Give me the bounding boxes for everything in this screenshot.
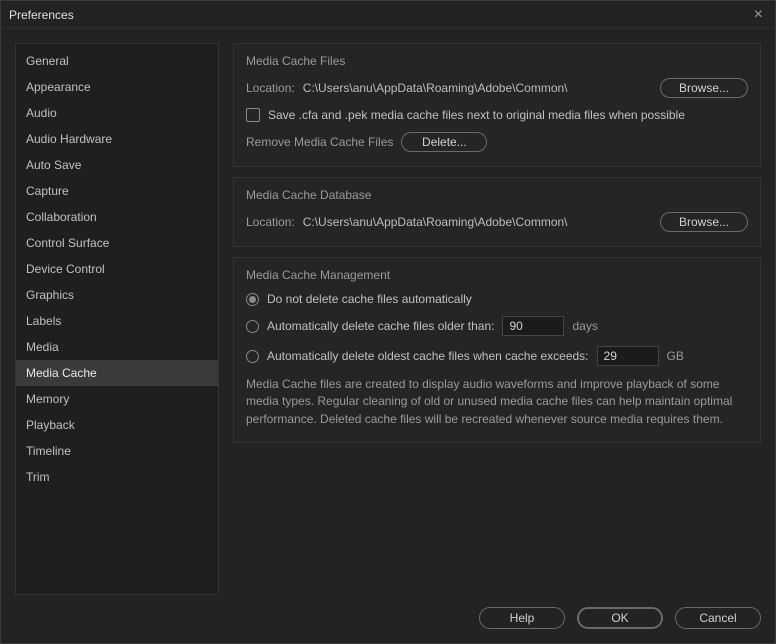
window-title: Preferences xyxy=(9,8,74,22)
location-label: Location: xyxy=(246,215,295,229)
browse-files-button[interactable]: Browse... xyxy=(660,78,748,98)
remove-cache-label: Remove Media Cache Files xyxy=(246,135,393,149)
radio-no-delete-label[interactable]: Do not delete cache files automatically xyxy=(267,292,472,306)
sidebar-item-timeline[interactable]: Timeline xyxy=(16,438,218,464)
group-title: Media Cache Files xyxy=(246,54,748,68)
gb-unit: GB xyxy=(667,349,684,363)
sidebar-item-general[interactable]: General xyxy=(16,48,218,74)
sidebar-item-label: Device Control xyxy=(26,262,105,276)
dialog-footer: Help OK Cancel xyxy=(1,595,775,643)
sidebar-item-label: Capture xyxy=(26,184,69,198)
sidebar-item-label: Timeline xyxy=(26,444,71,458)
management-description: Media Cache files are created to display… xyxy=(246,376,748,428)
sidebar-item-label: Audio xyxy=(26,106,57,120)
sidebar-item-playback[interactable]: Playback xyxy=(16,412,218,438)
radio-exceeds[interactable] xyxy=(246,350,259,363)
sidebar-item-label: Graphics xyxy=(26,288,74,302)
delete-cache-button[interactable]: Delete... xyxy=(401,132,487,152)
sidebar-item-label: Trim xyxy=(26,470,50,484)
sidebar-item-media[interactable]: Media xyxy=(16,334,218,360)
files-location-path: C:\Users\anu\AppData\Roaming\Adobe\Commo… xyxy=(303,81,652,95)
sidebar-item-label: Labels xyxy=(26,314,61,328)
sidebar-item-label: Media xyxy=(26,340,59,354)
titlebar: Preferences × xyxy=(1,1,775,29)
sidebar-item-graphics[interactable]: Graphics xyxy=(16,282,218,308)
sidebar-item-label: Memory xyxy=(26,392,69,406)
sidebar-item-control-surface[interactable]: Control Surface xyxy=(16,230,218,256)
radio-exceeds-label[interactable]: Automatically delete oldest cache files … xyxy=(267,349,589,363)
main-panel: Media Cache Files Location: C:\Users\anu… xyxy=(233,43,761,595)
sidebar-item-label: Audio Hardware xyxy=(26,132,112,146)
sidebar: General Appearance Audio Audio Hardware … xyxy=(15,43,219,595)
help-button[interactable]: Help xyxy=(479,607,565,629)
sidebar-item-label: General xyxy=(26,54,69,68)
database-location-path: C:\Users\anu\AppData\Roaming\Adobe\Commo… xyxy=(303,215,652,229)
sidebar-item-label: Collaboration xyxy=(26,210,97,224)
sidebar-item-appearance[interactable]: Appearance xyxy=(16,74,218,100)
save-next-to-original-checkbox[interactable] xyxy=(246,108,260,122)
group-media-cache-database: Media Cache Database Location: C:\Users\… xyxy=(233,177,761,247)
save-next-to-original-label[interactable]: Save .cfa and .pek media cache files nex… xyxy=(268,108,685,122)
group-media-cache-files: Media Cache Files Location: C:\Users\anu… xyxy=(233,43,761,167)
radio-no-delete[interactable] xyxy=(246,293,259,306)
ok-button[interactable]: OK xyxy=(577,607,663,629)
sidebar-item-label: Auto Save xyxy=(26,158,81,172)
sidebar-item-label: Playback xyxy=(26,418,75,432)
sidebar-item-trim[interactable]: Trim xyxy=(16,464,218,490)
sidebar-item-label: Appearance xyxy=(26,80,91,94)
preferences-window: Preferences × General Appearance Audio A… xyxy=(0,0,776,644)
dialog-body: General Appearance Audio Audio Hardware … xyxy=(1,29,775,595)
sidebar-item-audio[interactable]: Audio xyxy=(16,100,218,126)
browse-database-button[interactable]: Browse... xyxy=(660,212,748,232)
cache-exceeds-gb-input[interactable] xyxy=(597,346,659,366)
sidebar-item-media-cache[interactable]: Media Cache xyxy=(16,360,218,386)
sidebar-item-collaboration[interactable]: Collaboration xyxy=(16,204,218,230)
cancel-button[interactable]: Cancel xyxy=(675,607,761,629)
group-title: Media Cache Management xyxy=(246,268,748,282)
sidebar-item-memory[interactable]: Memory xyxy=(16,386,218,412)
sidebar-item-auto-save[interactable]: Auto Save xyxy=(16,152,218,178)
close-icon[interactable]: × xyxy=(750,6,767,24)
radio-older-than-label[interactable]: Automatically delete cache files older t… xyxy=(267,319,494,333)
sidebar-item-label: Media Cache xyxy=(26,366,97,380)
days-unit: days xyxy=(572,319,597,333)
sidebar-item-labels[interactable]: Labels xyxy=(16,308,218,334)
radio-older-than[interactable] xyxy=(246,320,259,333)
sidebar-item-capture[interactable]: Capture xyxy=(16,178,218,204)
location-label: Location: xyxy=(246,81,295,95)
group-title: Media Cache Database xyxy=(246,188,748,202)
sidebar-item-audio-hardware[interactable]: Audio Hardware xyxy=(16,126,218,152)
group-media-cache-management: Media Cache Management Do not delete cac… xyxy=(233,257,761,443)
older-than-days-input[interactable] xyxy=(502,316,564,336)
sidebar-item-label: Control Surface xyxy=(26,236,109,250)
sidebar-item-device-control[interactable]: Device Control xyxy=(16,256,218,282)
